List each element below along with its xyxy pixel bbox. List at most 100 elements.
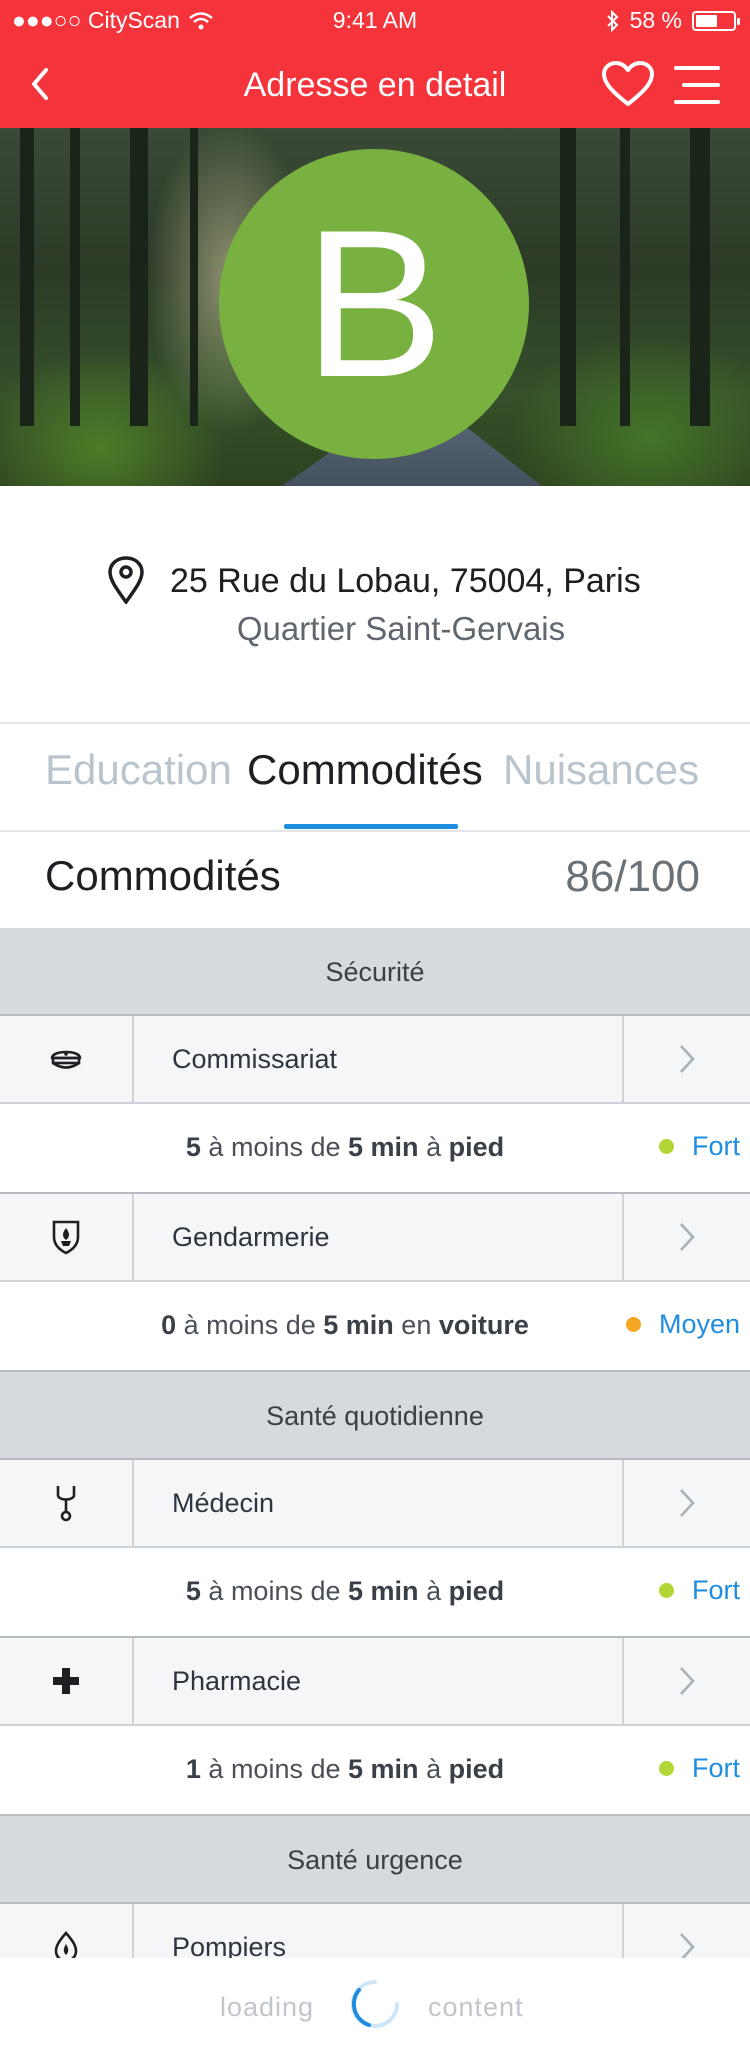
detail-connector: à bbox=[426, 1132, 442, 1162]
item-icon-cell bbox=[0, 1460, 134, 1546]
detail-mid: à moins de bbox=[208, 1754, 341, 1784]
level-indicator: Fort bbox=[658, 1753, 740, 1784]
list-item-commissariat[interactable]: Commissariat bbox=[0, 1016, 750, 1104]
detail-mid: à moins de bbox=[183, 1310, 316, 1340]
level-dot bbox=[658, 1583, 674, 1598]
level-label: Moyen bbox=[658, 1309, 740, 1339]
chevron-right-icon bbox=[680, 1045, 695, 1073]
list-item-medecin[interactable]: Médecin bbox=[0, 1460, 750, 1548]
detail-time: 5 min bbox=[348, 1132, 419, 1162]
category-header: Sécurité bbox=[0, 928, 750, 1016]
tree-trunk bbox=[20, 128, 34, 426]
level-dot bbox=[658, 1761, 674, 1776]
battery-fill bbox=[696, 14, 717, 27]
loading-indicator: loading content bbox=[0, 1958, 750, 2056]
loading-spinner-icon bbox=[351, 1980, 399, 2028]
address-district: Quartier Saint-Gervais bbox=[236, 610, 566, 647]
tree-trunk bbox=[130, 128, 148, 426]
item-detail-text: 5 à moins de 5 min à pied bbox=[0, 1132, 610, 1163]
detail-mid: à moins de bbox=[208, 1132, 341, 1162]
detail-mode: pied bbox=[448, 1132, 505, 1162]
item-label: Pharmacie bbox=[172, 1666, 302, 1696]
detail-mode: voiture bbox=[438, 1310, 529, 1340]
detail-mode: pied bbox=[448, 1754, 505, 1784]
address-block: 25 Rue du Lobau, 75004, Paris Quartier S… bbox=[0, 486, 750, 722]
navigation-bar: Adresse en detail bbox=[0, 40, 750, 128]
level-dot bbox=[625, 1317, 641, 1332]
chevron-right-icon[interactable] bbox=[622, 1016, 750, 1102]
list-item-gendarmerie[interactable]: Gendarmerie bbox=[0, 1194, 750, 1282]
tree-trunk bbox=[70, 128, 80, 426]
level-dot bbox=[658, 1139, 674, 1154]
detail-mid: à moins de bbox=[208, 1576, 341, 1606]
detail-count: 1 bbox=[185, 1754, 201, 1784]
level-label: Fort bbox=[691, 1131, 740, 1161]
chevron-right-icon bbox=[680, 1489, 695, 1517]
tab-education[interactable]: Education bbox=[45, 746, 232, 794]
detail-connector: en bbox=[401, 1310, 432, 1340]
active-tab-indicator bbox=[284, 824, 458, 829]
item-detail-text: 1 à moins de 5 min à pied bbox=[0, 1754, 610, 1785]
detail-count: 0 bbox=[161, 1310, 177, 1340]
detail-time: 5 min bbox=[348, 1754, 419, 1784]
location-pin-icon bbox=[108, 556, 144, 604]
gendarmerie-badge-icon bbox=[52, 1220, 80, 1255]
detail-connector: à bbox=[426, 1754, 442, 1784]
item-detail-row: 0 à moins de 5 min en voiture Moyen bbox=[0, 1282, 750, 1372]
item-label: Commissariat bbox=[172, 1044, 338, 1074]
status-bar: ●●●○○ CityScan 9:41 AM 58 % bbox=[0, 0, 750, 40]
section-score: 86/100 bbox=[565, 852, 700, 901]
menu-icon[interactable] bbox=[672, 62, 722, 108]
level-indicator: Fort bbox=[658, 1131, 740, 1162]
tree-trunk bbox=[190, 128, 198, 426]
item-detail-text: 5 à moins de 5 min à pied bbox=[0, 1576, 610, 1607]
category-header: Santé quotidienne bbox=[0, 1372, 750, 1460]
item-detail-row: 5 à moins de 5 min à pied Fort bbox=[0, 1548, 750, 1638]
item-detail-text: 0 à moins de 5 min en voiture bbox=[0, 1310, 610, 1341]
detail-time: 5 min bbox=[348, 1576, 419, 1606]
amenities-list: Sécurité Commissariat 5 à moins de 5 min… bbox=[0, 928, 750, 1992]
address-street: 25 Rue du Lobau, 75004, Paris bbox=[170, 562, 641, 600]
grade-badge: B bbox=[219, 149, 529, 459]
item-detail-row: 1 à moins de 5 min à pied Fort bbox=[0, 1726, 750, 1816]
detail-count: 5 bbox=[185, 1576, 201, 1606]
level-label: Fort bbox=[691, 1575, 740, 1605]
item-icon-cell bbox=[0, 1638, 134, 1724]
category-header: Santé urgence bbox=[0, 1816, 750, 1904]
item-label: Médecin bbox=[172, 1488, 275, 1518]
tab-nuisances[interactable]: Nuisances bbox=[503, 746, 699, 794]
stethoscope-icon bbox=[56, 1486, 76, 1522]
tree-trunk bbox=[690, 128, 710, 426]
item-icon-cell bbox=[0, 1016, 134, 1102]
tree-trunk bbox=[560, 128, 576, 426]
pharmacy-cross-icon bbox=[53, 1668, 79, 1694]
level-indicator: Fort bbox=[658, 1575, 740, 1606]
battery-icon bbox=[692, 10, 740, 31]
item-icon-cell bbox=[0, 1194, 134, 1280]
content-label: content bbox=[428, 1992, 524, 2022]
tree-trunk bbox=[620, 128, 630, 426]
detail-time: 5 min bbox=[323, 1310, 394, 1340]
chevron-right-icon bbox=[680, 1667, 695, 1695]
level-label: Fort bbox=[691, 1753, 740, 1783]
status-right: 58 % bbox=[606, 7, 740, 34]
hero-forest-image: B bbox=[0, 128, 750, 486]
loading-label: loading bbox=[220, 1992, 315, 2022]
section-title: Commodités bbox=[45, 852, 281, 899]
tab-commodites[interactable]: Commodités bbox=[247, 746, 483, 794]
chevron-right-icon[interactable] bbox=[622, 1638, 750, 1724]
chevron-right-icon[interactable] bbox=[622, 1460, 750, 1546]
detail-count: 5 bbox=[185, 1132, 201, 1162]
level-indicator: Moyen bbox=[625, 1309, 740, 1340]
chevron-right-icon[interactable] bbox=[622, 1194, 750, 1280]
section-header: Commodités 86/100 bbox=[0, 832, 750, 928]
tab-bar: Education Commodités Nuisances bbox=[0, 724, 750, 830]
detail-mode: pied bbox=[448, 1576, 505, 1606]
chevron-right-icon bbox=[680, 1223, 695, 1251]
heart-icon[interactable] bbox=[600, 60, 656, 110]
item-label: Gendarmerie bbox=[172, 1222, 330, 1252]
battery-percent: 58 % bbox=[629, 7, 682, 33]
bluetooth-icon bbox=[606, 9, 618, 32]
police-cap-icon bbox=[50, 1050, 82, 1069]
list-item-pharmacie[interactable]: Pharmacie bbox=[0, 1638, 750, 1726]
